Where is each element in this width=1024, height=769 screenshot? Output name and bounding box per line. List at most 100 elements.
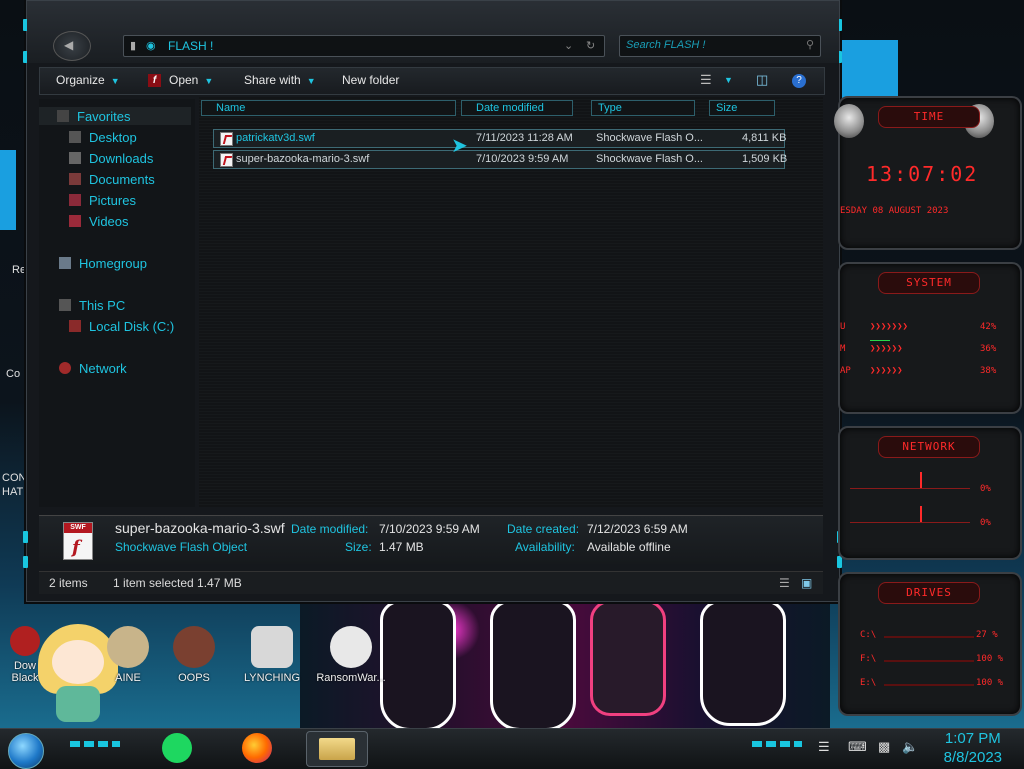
network-value: 0% <box>980 484 991 494</box>
size-value: 1.47 MB <box>379 540 424 554</box>
nav-item-pictures[interactable]: Pictures <box>69 193 136 208</box>
nav-item-downloads[interactable]: Downloads <box>69 151 153 166</box>
network-graph <box>850 488 970 489</box>
network-gadget[interactable]: NETWORK 0% 0% <box>838 426 1022 560</box>
large-icons-view-icon[interactable]: ▣ <box>801 576 812 590</box>
system-label: U <box>840 322 846 332</box>
nav-item-homegroup[interactable]: Homegroup <box>59 256 147 271</box>
refresh-icon[interactable]: ↻ <box>586 39 595 52</box>
open-button[interactable]: f Open ▼ <box>148 73 213 88</box>
desktop-icon-label: AINE <box>115 672 141 684</box>
desktop-edge-label[interactable]: HAT <box>2 486 23 498</box>
folder-icon: ▮ <box>130 40 137 52</box>
details-view-icon[interactable]: ☰ <box>779 576 790 590</box>
clock-time: 1:07 PM <box>944 730 1001 747</box>
nav-item-favorites[interactable]: Favorites <box>57 109 130 124</box>
keyboard-icon[interactable]: ⌨ <box>848 739 867 755</box>
videos-icon <box>69 215 81 227</box>
share-with-label: Share with <box>244 73 301 87</box>
file-date: 7/10/2023 9:59 AM <box>476 153 569 165</box>
character-face-icon <box>52 640 104 684</box>
network-graph <box>850 522 970 523</box>
date-created-label: Date created: <box>507 522 580 536</box>
title-bar[interactable]: ◀ ▮ ◉ FLASH ! ⌄ ↻ Search FLASH ! ⚲ <box>27 1 839 63</box>
gadget-title: SYSTEM <box>878 272 980 294</box>
system-label: AP <box>840 366 851 376</box>
back-arrow-icon: ◀ <box>64 38 74 52</box>
file-type: Shockwave Flash O... <box>596 132 703 144</box>
address-bar[interactable]: ▮ ◉ FLASH ! ⌄ ↻ <box>123 35 605 57</box>
view-options-icon[interactable]: ☰ <box>700 72 712 88</box>
nav-item-desktop[interactable]: Desktop <box>69 130 137 145</box>
desktop-icon-aine[interactable]: AINE <box>98 626 158 684</box>
column-header-date-modified[interactable]: Date modified <box>461 100 573 116</box>
dot-icon: ◉ <box>146 40 156 52</box>
nav-item-network[interactable]: Network <box>59 361 127 376</box>
system-clock[interactable]: 1:07 PM 8/8/2023 <box>944 729 1002 767</box>
search-placeholder: Search FLASH ! <box>626 39 706 51</box>
table-row[interactable]: patrickatv3d.swf 7/11/2023 11:28 AM Shoc… <box>213 129 787 148</box>
desktop-icon-ransomware[interactable]: RansomWar... <box>316 626 386 684</box>
nav-item-documents[interactable]: Documents <box>69 172 155 187</box>
show-desktop-icon[interactable]: ☰ <box>818 739 830 755</box>
new-folder-button[interactable]: New folder <box>342 73 399 87</box>
nav-item-videos[interactable]: Videos <box>69 214 129 229</box>
desktop-icon <box>69 131 81 143</box>
nav-label: Videos <box>89 214 129 229</box>
file-explorer-taskbar-button[interactable] <box>306 731 368 767</box>
drive-bar <box>884 684 974 686</box>
organize-label: Organize <box>56 73 105 87</box>
network-status-icon[interactable]: ▩ <box>878 739 890 755</box>
volume-icon[interactable]: 🔈 <box>902 739 918 755</box>
drive-bar <box>884 660 974 662</box>
share-with-button[interactable]: Share with ▼ <box>244 73 316 87</box>
column-header-size[interactable]: Size <box>709 100 775 116</box>
start-button[interactable] <box>8 733 44 769</box>
gadget-title: DRIVES <box>878 582 980 604</box>
desktop-icon-label: RansomWar... <box>316 672 386 684</box>
drive-label: E:\ <box>860 678 877 688</box>
details-filetype: Shockwave Flash Object <box>115 540 248 554</box>
chevron-down-icon[interactable]: ⌄ <box>564 39 573 52</box>
window-frame-left <box>23 11 29 591</box>
nav-label: Favorites <box>77 109 131 124</box>
nav-item-local-disk[interactable]: Local Disk (C:) <box>69 319 174 334</box>
explorer-window[interactable]: ◀ ▮ ◉ FLASH ! ⌄ ↻ Search FLASH ! ⚲ Organ… <box>23 0 842 602</box>
spotify-icon[interactable] <box>162 733 192 763</box>
swf-badge: SWF <box>64 523 92 533</box>
file-list[interactable]: Name Date modified Type Size patrickatv3… <box>199 97 823 507</box>
search-input[interactable]: Search FLASH ! ⚲ <box>619 35 821 57</box>
table-row[interactable]: super-bazooka-mario-3.swf 7/10/2023 9:59… <box>213 150 787 169</box>
column-header-name[interactable]: Name <box>201 100 456 116</box>
firefox-icon[interactable] <box>242 733 272 763</box>
taskbar-decor <box>752 741 802 747</box>
system-value: 38% <box>980 366 997 376</box>
gadget-date: ESDAY 08 AUGUST 2023 <box>840 206 949 216</box>
open-label: Open <box>169 73 199 87</box>
file-size: 4,811 KB <box>742 132 787 144</box>
back-forward-button[interactable]: ◀ <box>53 31 91 61</box>
taskbar: ☰ ⌨ ▩ 🔈 1:07 PM 8/8/2023 <box>0 728 1024 769</box>
chevron-down-icon: ▼ <box>306 76 316 86</box>
drives-gadget[interactable]: DRIVES C:\ 27 % F:\ 100 % E:\ 100 % <box>838 572 1022 716</box>
desktop-icon-lynching[interactable]: LYNCHING <box>242 626 302 684</box>
desktop-edge-label[interactable]: Co <box>6 368 20 380</box>
chevron-down-icon[interactable]: ▼ <box>724 75 733 85</box>
time-gadget[interactable]: TIME 13:07:02 ESDAY 08 AUGUST 2023 <box>834 96 1022 250</box>
column-header-type[interactable]: Type <box>591 100 695 116</box>
cursor-icon: ➤ <box>451 135 468 157</box>
organize-button[interactable]: Organize ▼ <box>56 73 120 87</box>
desktop-icon-oops[interactable]: OOPS <box>164 626 224 684</box>
swf-file-icon <box>220 153 233 167</box>
help-icon[interactable]: ? <box>792 74 806 88</box>
preview-pane-icon[interactable]: ◫ <box>756 72 768 88</box>
nav-item-this-pc[interactable]: This PC <box>59 298 125 313</box>
skull-icon <box>330 626 372 668</box>
nav-label: Downloads <box>89 151 154 166</box>
system-gadget[interactable]: SYSTEM U ❯❯❯❯❯❯❯ 42% M ❯❯❯❯❯❯ 36% AP ❯❯❯… <box>838 262 1022 414</box>
activity-line <box>870 340 890 341</box>
search-icon: ⚲ <box>805 39 814 51</box>
network-spike <box>920 472 922 488</box>
wallpaper-blue-edge <box>0 150 16 230</box>
drive-value: 100 % <box>976 678 1004 688</box>
